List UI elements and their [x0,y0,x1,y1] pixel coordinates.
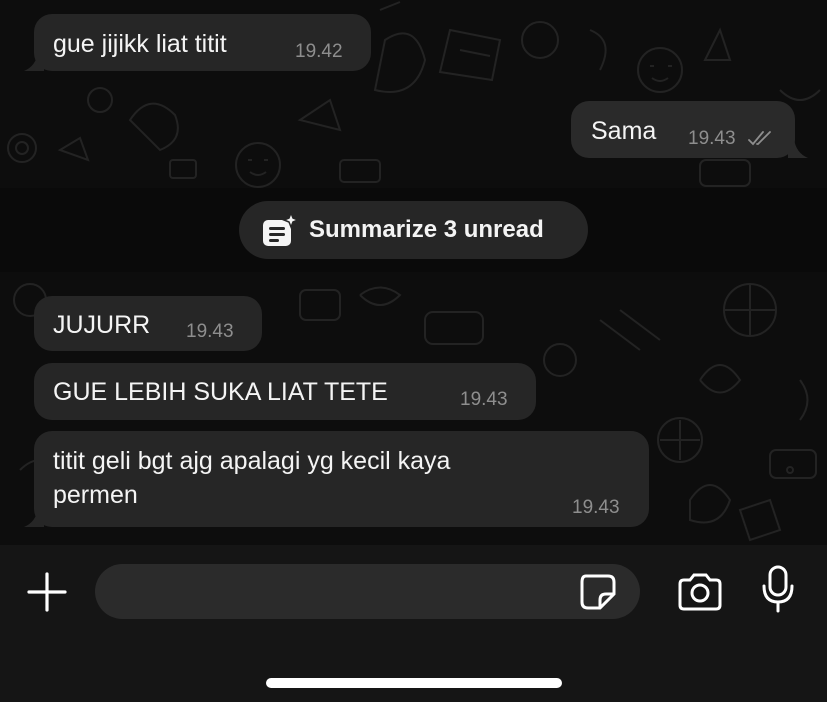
message-text: Sama [591,117,657,145]
message-timestamp: 19.43 [572,497,620,518]
message-bubble-incoming[interactable]: JUJURR 19.43 [34,296,262,351]
message-bubble-incoming[interactable]: GUE LEBIH SUKA LIAT TETE 19.43 [34,363,536,420]
microphone-icon[interactable] [759,564,797,614]
sticker-icon[interactable] [578,572,620,614]
message-text: gue jijikk liat titit [53,30,227,58]
home-indicator [266,678,562,688]
summarize-label: Summarize 3 unread [309,216,544,243]
message-timestamp: 19.43 [460,389,508,410]
summarize-unread-button[interactable]: Summarize 3 unread [239,201,588,259]
chat-area[interactable]: gue jijikk liat titit 19.42 Sama 19.43 S… [0,0,827,545]
message-timestamp: 19.43 [186,321,234,342]
message-bubble-incoming[interactable]: titit geli bgt ajg apalagi yg kecil kaya… [34,431,649,527]
message-timestamp: 19.43 [688,128,736,149]
bubble-tail [24,52,44,71]
message-text: titit geli bgt ajg apalagi yg kecil kaya… [53,447,451,509]
bubble-tail [24,508,44,527]
message-text: GUE LEBIH SUKA LIAT TETE [53,378,388,406]
message-text: JUJURR [53,311,151,339]
message-input[interactable] [95,564,640,619]
camera-icon[interactable] [676,572,724,612]
message-timestamp: 19.42 [295,41,343,62]
read-double-check-icon [748,131,771,146]
ai-summary-icon [263,212,299,246]
plus-icon[interactable] [26,571,68,613]
message-bubble-outgoing[interactable]: Sama 19.43 [571,101,795,158]
message-bubble-incoming[interactable]: gue jijikk liat titit 19.42 [34,14,371,71]
bubble-tail [788,139,808,158]
